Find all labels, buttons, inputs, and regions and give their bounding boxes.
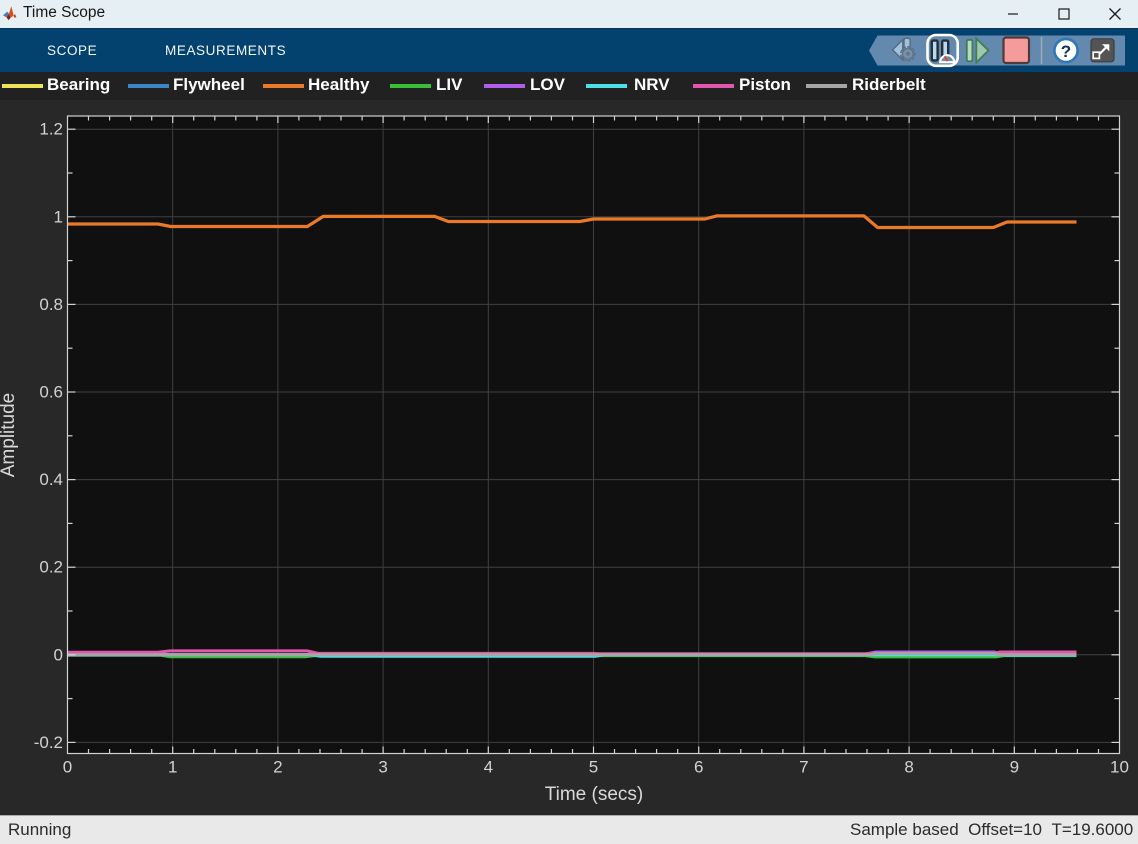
svg-text:8: 8 bbox=[904, 758, 913, 777]
svg-text:7: 7 bbox=[799, 758, 808, 777]
svg-text:0.4: 0.4 bbox=[39, 470, 63, 489]
svg-text:2: 2 bbox=[273, 758, 282, 777]
svg-text:5: 5 bbox=[589, 758, 598, 777]
svg-text:3: 3 bbox=[378, 758, 387, 777]
svg-text:4: 4 bbox=[484, 758, 493, 777]
svg-text:-0.2: -0.2 bbox=[34, 733, 63, 752]
svg-text:0.6: 0.6 bbox=[39, 383, 63, 402]
svg-text:0.2: 0.2 bbox=[39, 558, 63, 577]
svg-text:Amplitude: Amplitude bbox=[0, 393, 19, 478]
svg-text:1.2: 1.2 bbox=[39, 120, 63, 139]
svg-text:6: 6 bbox=[694, 758, 703, 777]
svg-text:?: ? bbox=[1061, 42, 1071, 61]
svg-text:0: 0 bbox=[54, 645, 63, 664]
svg-text:Time (secs): Time (secs) bbox=[545, 784, 644, 805]
svg-text:0: 0 bbox=[63, 758, 72, 777]
svg-text:10: 10 bbox=[1110, 758, 1129, 777]
svg-text:1: 1 bbox=[54, 207, 63, 226]
svg-text:0.8: 0.8 bbox=[39, 295, 63, 314]
svg-text:9: 9 bbox=[1010, 758, 1019, 777]
svg-text:1: 1 bbox=[168, 758, 177, 777]
